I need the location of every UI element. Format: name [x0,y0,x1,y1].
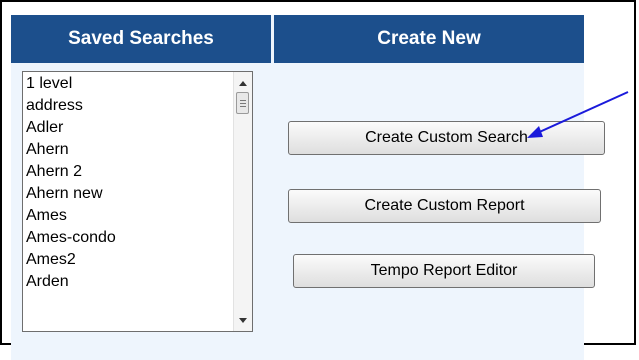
scroll-down-arrow-icon[interactable] [234,311,252,329]
create-custom-search-button[interactable]: Create Custom Search [288,121,605,155]
saved-searches-listbox[interactable]: 1 level address Adler Ahern Ahern 2 Aher… [22,71,253,332]
tempo-report-editor-button[interactable]: Tempo Report Editor [293,254,595,288]
scroll-up-arrow-icon[interactable] [234,74,252,92]
list-item[interactable]: Ames [26,205,116,227]
create-new-header: Create New [274,15,584,63]
list-item[interactable]: Adler [26,117,116,139]
listbox-scrollbar[interactable] [233,72,252,331]
list-item[interactable]: address [26,95,116,117]
list-item[interactable]: Ahern [26,139,116,161]
saved-searches-header: Saved Searches [11,15,271,63]
list-item[interactable]: 1 level [26,73,116,95]
create-custom-report-button[interactable]: Create Custom Report [288,189,601,223]
list-item[interactable]: Ames2 [26,249,116,271]
list-item[interactable]: Ames-condo [26,227,116,249]
list-item[interactable]: Ahern 2 [26,161,116,183]
saved-searches-items: 1 level address Adler Ahern Ahern 2 Aher… [26,73,116,293]
list-item[interactable]: Ahern new [26,183,116,205]
list-item[interactable]: Arden [26,271,116,293]
scrollbar-thumb[interactable] [236,92,249,114]
